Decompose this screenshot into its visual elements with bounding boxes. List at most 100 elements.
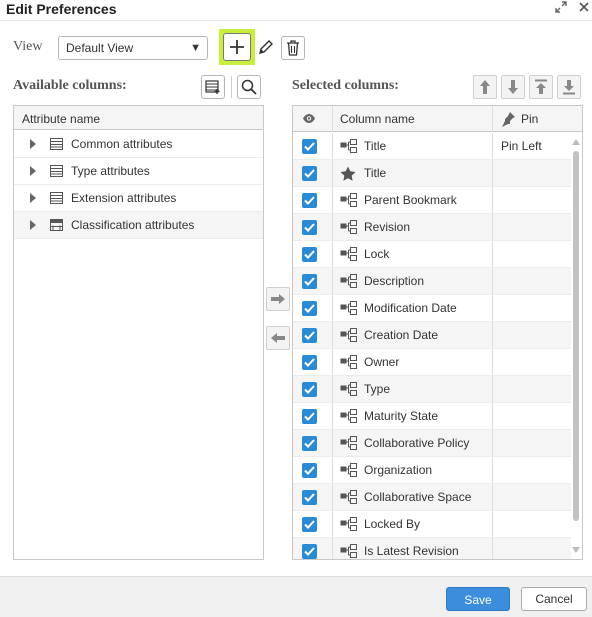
add-attribute-button[interactable]	[201, 75, 225, 99]
selected-column-row[interactable]: Lock	[293, 241, 571, 268]
visible-checkbox[interactable]	[302, 247, 317, 262]
view-label: View	[13, 39, 43, 54]
attribute-icon	[340, 301, 358, 318]
attribute-icon	[340, 436, 358, 453]
visible-checkbox[interactable]	[302, 517, 317, 532]
scroll-up-icon[interactable]	[572, 139, 580, 145]
column-name: Owner	[364, 355, 400, 369]
scroll-thumb[interactable]	[573, 151, 579, 521]
cell-separator	[492, 322, 493, 348]
header-separator	[492, 106, 493, 132]
column-name: Parent Bookmark	[364, 193, 457, 207]
cell-separator	[492, 214, 493, 240]
title-divider	[0, 20, 592, 21]
selected-column-row[interactable]: Owner	[293, 349, 571, 376]
visible-checkbox[interactable]	[302, 463, 317, 478]
selected-column-row[interactable]: Title Pin Left	[293, 133, 571, 160]
attribute-icon	[340, 139, 358, 156]
visible-checkbox[interactable]	[302, 409, 317, 424]
cell-separator	[492, 430, 493, 456]
visible-checkbox[interactable]	[302, 382, 317, 397]
tree-item-type-attributes[interactable]: Type attributes	[14, 158, 263, 185]
move-left-button[interactable]	[266, 326, 290, 350]
selected-column-row[interactable]: Organization	[293, 457, 571, 484]
save-button[interactable]: Save	[446, 587, 510, 611]
arrow-down-icon	[508, 80, 518, 94]
visible-checkbox[interactable]	[302, 436, 317, 451]
selected-column-row[interactable]: Description	[293, 268, 571, 295]
selected-column-row[interactable]: Parent Bookmark	[293, 187, 571, 214]
selected-column-row[interactable]: Locked By	[293, 511, 571, 538]
cell-separator	[492, 160, 493, 186]
view-select[interactable]: Default View ▼	[58, 36, 208, 60]
edit-view-button[interactable]	[256, 37, 276, 60]
attribute-icon	[340, 382, 358, 399]
attribute-icon	[340, 274, 358, 291]
move-up-button[interactable]	[473, 75, 497, 99]
selected-column-row[interactable]: Modification Date	[293, 295, 571, 322]
column-name: Title	[364, 166, 387, 180]
selected-columns-label: Selected columns:	[292, 78, 399, 93]
visible-checkbox[interactable]	[302, 193, 317, 208]
visible-checkbox[interactable]	[302, 328, 317, 343]
available-columns-panel: Attribute name Common attributes Type at…	[13, 105, 264, 560]
cancel-button[interactable]: Cancel	[521, 587, 587, 611]
visible-checkbox[interactable]	[302, 544, 317, 559]
visible-checkbox[interactable]	[302, 301, 317, 316]
scroll-down-icon[interactable]	[572, 547, 580, 553]
cell-separator	[332, 349, 333, 375]
arrow-right-icon	[271, 294, 285, 304]
move-bottom-button[interactable]	[557, 75, 581, 99]
expand-arrow-icon[interactable]	[30, 139, 36, 149]
visible-checkbox[interactable]	[302, 490, 317, 505]
selected-column-row[interactable]: Collaborative Space	[293, 484, 571, 511]
arrow-left-icon	[271, 333, 285, 343]
delete-view-button[interactable]	[281, 36, 305, 60]
tree-item-classification-attributes[interactable]: Classification attributes	[14, 212, 263, 239]
selected-columns-panel: Column name Pin Title Pin Left Title Parent…	[292, 105, 583, 560]
scrollbar[interactable]	[570, 133, 582, 559]
pin-icon	[502, 112, 515, 127]
expand-arrow-icon[interactable]	[30, 220, 36, 230]
expand-arrow-icon[interactable]	[30, 193, 36, 203]
attribute-icon	[340, 544, 358, 559]
move-top-button[interactable]	[529, 75, 553, 99]
selected-column-row[interactable]: Maturity State	[293, 403, 571, 430]
tree-item-extension-attributes[interactable]: Extension attributes	[14, 185, 263, 212]
cell-separator	[332, 484, 333, 510]
tree-item-label: Extension attributes	[71, 191, 177, 205]
cell-separator	[492, 241, 493, 267]
column-name: Revision	[364, 220, 411, 234]
selected-column-row[interactable]: Title	[293, 160, 571, 187]
table-add-icon	[205, 80, 220, 94]
move-right-button[interactable]	[266, 287, 290, 311]
selected-column-row[interactable]: Revision	[293, 214, 571, 241]
close-icon[interactable]	[578, 0, 590, 16]
add-view-button[interactable]	[223, 33, 251, 61]
selected-column-row[interactable]: Creation Date	[293, 322, 571, 349]
visible-checkbox[interactable]	[302, 274, 317, 289]
selected-column-row[interactable]: Is Latest Revision	[293, 538, 571, 559]
visible-checkbox[interactable]	[302, 166, 317, 181]
star-icon	[340, 166, 356, 184]
tree-item-common-attributes[interactable]: Common attributes	[14, 131, 263, 158]
tree-item-label: Common attributes	[71, 137, 173, 151]
selected-column-row[interactable]: Collaborative Policy	[293, 430, 571, 457]
expand-arrow-icon[interactable]	[30, 166, 36, 176]
cell-separator	[332, 457, 333, 483]
column-name: Description	[364, 274, 425, 288]
search-attributes-button[interactable]	[237, 75, 261, 99]
pin-header: Pin	[521, 112, 539, 126]
cell-separator	[492, 376, 493, 402]
selected-column-row[interactable]: Type	[293, 376, 571, 403]
visible-checkbox[interactable]	[302, 220, 317, 235]
list-icon	[50, 138, 63, 150]
pin-value[interactable]: Pin Left	[501, 139, 542, 153]
attribute-icon	[340, 355, 358, 372]
cell-separator	[492, 295, 493, 321]
move-down-button[interactable]	[501, 75, 525, 99]
attribute-icon	[340, 247, 358, 264]
visible-checkbox[interactable]	[302, 355, 317, 370]
expand-icon[interactable]	[554, 0, 568, 17]
visible-checkbox[interactable]	[302, 139, 317, 154]
